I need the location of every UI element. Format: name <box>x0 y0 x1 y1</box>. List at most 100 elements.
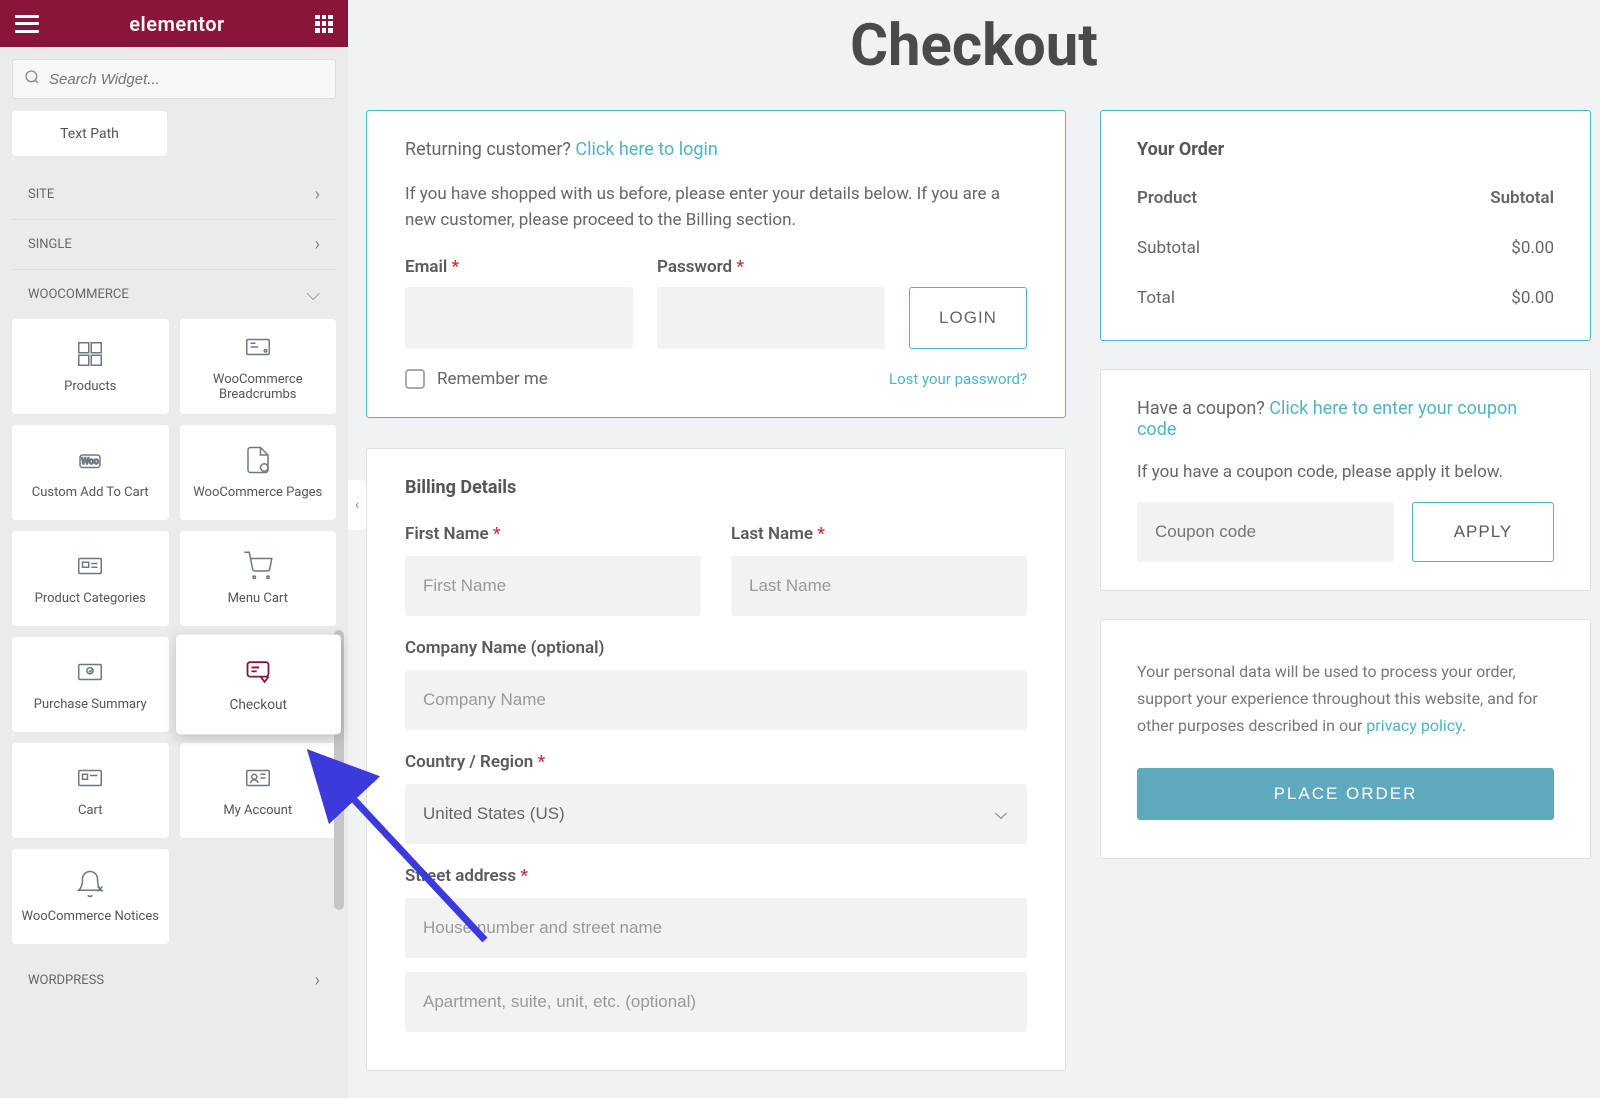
category-label: SINGLE <box>28 237 72 252</box>
street-input-1[interactable] <box>405 898 1027 958</box>
widget-label: My Account <box>223 803 292 818</box>
country-select[interactable] <box>405 784 1027 844</box>
category-label: WORDPRESS <box>28 973 104 988</box>
company-field: Company Name (optional) <box>405 638 1027 730</box>
order-total-row: Total $0.00 <box>1137 288 1554 308</box>
total-value: $0.00 <box>1511 288 1554 308</box>
company-row: Company Name (optional) <box>405 638 1027 730</box>
name-row: First Name * Last Name * <box>405 524 1027 616</box>
widget-label: Products <box>64 379 116 394</box>
street-input-2[interactable] <box>405 972 1027 1032</box>
content-row: Returning customer? Click here to login … <box>366 110 1582 1098</box>
widget-menu-cart[interactable]: Menu Cart <box>180 531 337 626</box>
widget-woo-notices[interactable]: WooCommerce Notices <box>12 849 169 944</box>
category-wordpress[interactable]: WORDPRESS › <box>12 956 336 1005</box>
subtotal-value: $0.00 <box>1511 238 1554 258</box>
widget-grid: Products WooCommerce Breadcrumbs Woo Cus… <box>0 319 348 956</box>
widget-custom-cart[interactable]: Woo Custom Add To Cart <box>12 425 169 520</box>
login-button[interactable]: LOGIN <box>909 287 1027 349</box>
first-name-input[interactable] <box>405 556 701 616</box>
widget-label: WooCommerce Pages <box>193 485 322 500</box>
chevron-right-icon: › <box>315 970 320 991</box>
widget-checkout[interactable]: Checkout <box>176 635 340 735</box>
company-input[interactable] <box>405 670 1027 730</box>
first-name-label: First Name * <box>405 524 701 544</box>
apps-icon[interactable] <box>315 15 333 33</box>
widget-cart[interactable]: Cart <box>12 743 169 838</box>
widget-breadcrumbs[interactable]: WooCommerce Breadcrumbs <box>180 319 337 414</box>
street-row: Street address * <box>405 866 1027 1032</box>
account-icon <box>243 763 273 793</box>
hamburger-icon[interactable] <box>15 15 39 33</box>
login-toggle-link[interactable]: Click here to login <box>575 139 717 160</box>
pages-icon <box>243 445 273 475</box>
email-field-wrap: Email * <box>405 257 633 349</box>
widget-products[interactable]: Products <box>12 319 169 414</box>
category-woocommerce[interactable]: WOOCOMMERCE ⌵ <box>12 270 336 319</box>
last-name-field: Last Name * <box>731 524 1027 616</box>
order-header-row: Product Subtotal <box>1137 188 1554 208</box>
coupon-prompt: Have a coupon? Click here to enter your … <box>1137 398 1554 440</box>
widget-woo-pages[interactable]: WooCommerce Pages <box>180 425 337 520</box>
search-input[interactable] <box>12 59 336 99</box>
breadcrumbs-icon <box>243 332 273 362</box>
widget-label: WooCommerce Breadcrumbs <box>188 372 329 402</box>
apply-coupon-button[interactable]: APPLY <box>1412 502 1554 562</box>
text-path-widget[interactable]: Text Path <box>12 111 167 156</box>
last-name-label: Last Name * <box>731 524 1027 544</box>
widget-label: Product Categories <box>35 591 146 606</box>
products-icon <box>75 339 105 369</box>
checkout-icon <box>242 656 274 688</box>
widget-label: Purchase Summary <box>34 697 147 712</box>
coupon-input[interactable] <box>1137 502 1394 562</box>
widget-label: Custom Add To Cart <box>32 485 149 500</box>
menu-cart-icon <box>243 551 273 581</box>
sidebar-header: elementor <box>0 0 348 47</box>
coupon-panel: Have a coupon? Click here to enter your … <box>1100 369 1591 591</box>
chevron-right-icon: › <box>315 234 320 255</box>
remember-checkbox[interactable] <box>405 369 425 389</box>
remember-checkbox-wrap[interactable]: Remember me <box>405 369 548 389</box>
widget-label: WooCommerce Notices <box>22 909 159 924</box>
billing-panel: Billing Details First Name * Last Name * <box>366 448 1066 1071</box>
order-summary-panel: Your Order Product Subtotal Subtotal $0.… <box>1100 110 1591 341</box>
brand-logo: elementor <box>129 12 225 36</box>
email-input[interactable] <box>405 287 633 349</box>
country-label: Country / Region * <box>405 752 1027 772</box>
password-label: Password * <box>657 257 885 277</box>
email-label: Email * <box>405 257 633 277</box>
last-name-input[interactable] <box>731 556 1027 616</box>
categories-icon <box>75 551 105 581</box>
order-heading: Your Order <box>1137 139 1554 160</box>
widget-my-account[interactable]: My Account <box>180 743 337 838</box>
widget-label: Menu Cart <box>228 591 288 606</box>
street-field: Street address * <box>405 866 1027 958</box>
password-input[interactable] <box>657 287 885 349</box>
password-field-wrap: Password * <box>657 257 885 349</box>
category-site[interactable]: SITE › <box>12 170 336 220</box>
search-wrapper <box>0 47 348 111</box>
place-order-button[interactable]: PLACE ORDER <box>1137 768 1554 820</box>
login-info-text: If you have shopped with us before, plea… <box>405 182 1027 233</box>
privacy-policy-link[interactable]: privacy policy <box>1366 716 1462 735</box>
country-row: Country / Region * ⌵ <box>405 752 1027 844</box>
remember-label: Remember me <box>437 369 548 389</box>
category-single[interactable]: SINGLE › <box>12 220 336 270</box>
returning-customer-text: Returning customer? Click here to login <box>405 139 1027 160</box>
country-select-wrap[interactable]: ⌵ <box>405 784 1027 844</box>
collapse-sidebar-button[interactable]: ‹ <box>348 480 366 530</box>
widget-product-categories[interactable]: Product Categories <box>12 531 169 626</box>
main-content: Checkout Returning customer? Click here … <box>348 0 1600 1098</box>
widget-label: Cart <box>78 803 103 818</box>
cart-add-icon: Woo <box>75 445 105 475</box>
search-icon <box>24 69 40 89</box>
left-column: Returning customer? Click here to login … <box>366 110 1066 1098</box>
widget-purchase-summary[interactable]: Purchase Summary <box>12 637 169 732</box>
privacy-text: Your personal data will be used to proce… <box>1137 658 1554 740</box>
lost-password-link[interactable]: Lost your password? <box>889 370 1027 388</box>
country-field: Country / Region * ⌵ <box>405 752 1027 844</box>
street-label: Street address * <box>405 866 1027 886</box>
billing-heading: Billing Details <box>405 477 1027 498</box>
order-subtotal-row: Subtotal $0.00 <box>1137 238 1554 258</box>
chevron-right-icon: › <box>315 184 320 205</box>
